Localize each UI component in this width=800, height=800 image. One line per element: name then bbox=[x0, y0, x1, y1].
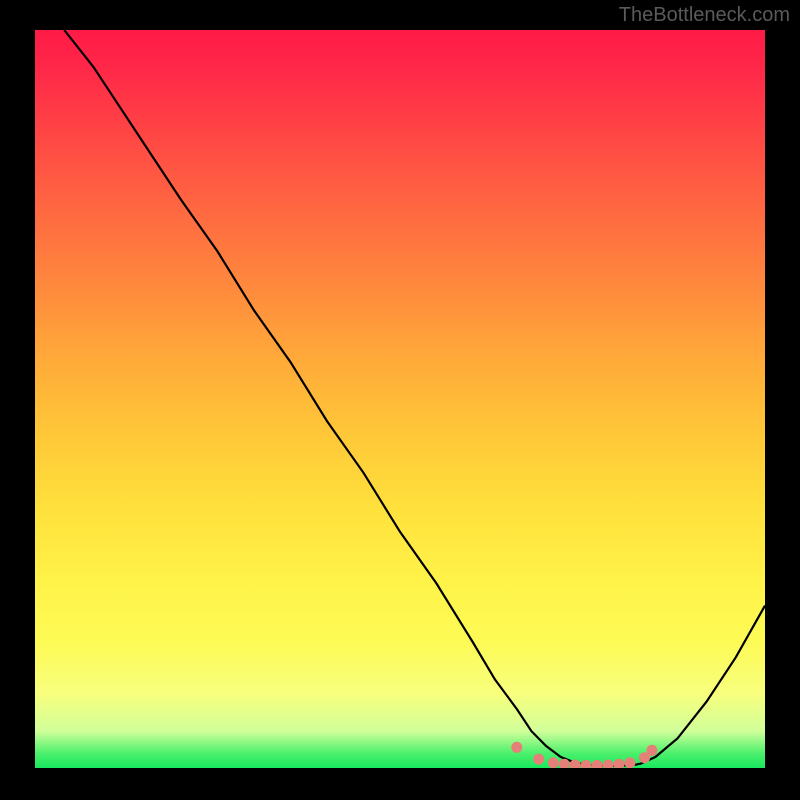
marker-dot bbox=[624, 757, 635, 768]
chart-svg bbox=[35, 30, 765, 768]
marker-dot bbox=[511, 742, 522, 753]
marker-dot bbox=[592, 760, 603, 768]
marker-dot bbox=[646, 745, 657, 756]
chart-plot-area bbox=[35, 30, 765, 768]
marker-dot bbox=[533, 754, 544, 765]
marker-dot bbox=[614, 759, 625, 768]
marker-dot bbox=[581, 760, 592, 768]
marker-dot bbox=[603, 760, 614, 769]
watermark-text: TheBottleneck.com bbox=[619, 4, 790, 27]
marker-dot bbox=[548, 757, 559, 768]
bottleneck-curve-line bbox=[64, 30, 765, 766]
